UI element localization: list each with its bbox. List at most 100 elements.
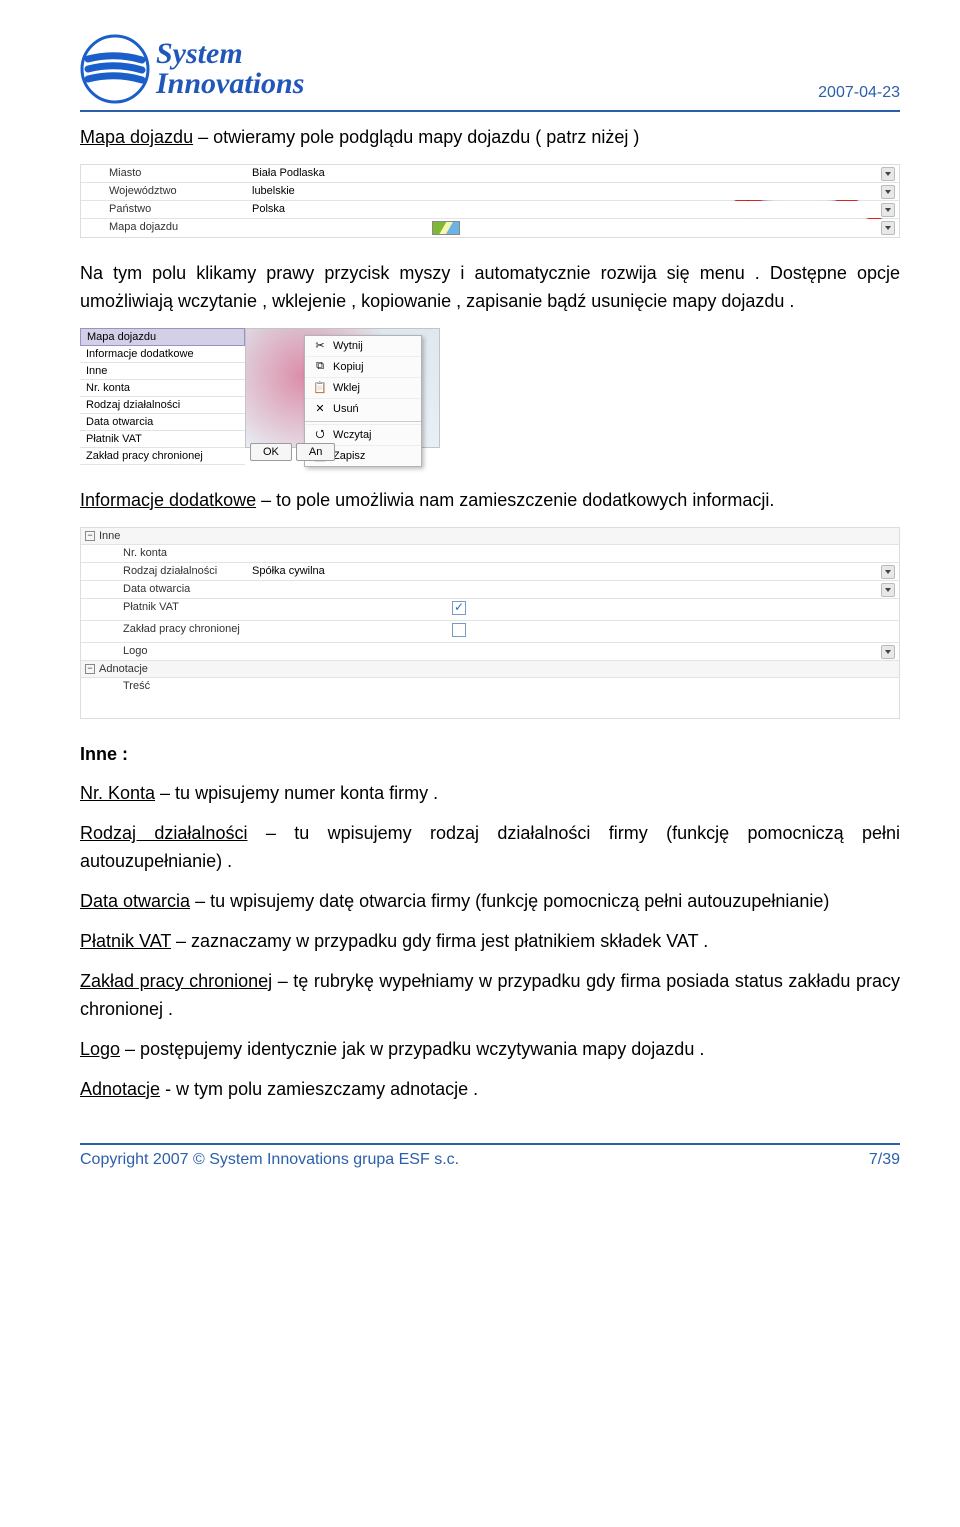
logo-text-2: Innovations [156, 69, 304, 99]
chevron-down-icon[interactable] [881, 565, 895, 579]
form-row: Logo [81, 643, 899, 661]
footer-page-number: 7/39 [869, 1151, 900, 1169]
menu-item-label: Kopiuj [333, 361, 364, 373]
menu-item-label: Usuń [333, 403, 359, 415]
form-value[interactable] [246, 581, 899, 598]
wytnij-icon: ✂ [313, 339, 327, 353]
form-row: Płatnik VAT [81, 599, 899, 621]
term-platnik-vat: Płatnik VAT [80, 931, 171, 951]
chevron-down-icon[interactable] [881, 221, 895, 235]
ok-button[interactable]: OK [250, 443, 292, 461]
chevron-down-icon[interactable] [881, 203, 895, 217]
para-3-rest: – to pole umożliwia nam zamieszczenie do… [256, 490, 774, 510]
logo-text-1: System [156, 39, 304, 69]
form-value[interactable]: lubelskie [246, 183, 899, 200]
term-logo: Logo [80, 1039, 120, 1059]
menu-item[interactable]: 📋 Wklej [305, 377, 421, 398]
para-click-rmb: Na tym polu klikamy prawy przycisk myszy… [80, 260, 900, 316]
header-date: 2007-04-23 [818, 84, 900, 102]
menu-item[interactable]: ⭯ Wczytaj [305, 424, 421, 445]
sidebar-item[interactable]: Informacje dodatkowe [80, 346, 245, 363]
form-row: MiastoBiała Podlaska [81, 165, 899, 183]
sidebar-item[interactable]: Płatnik VAT [80, 431, 245, 448]
form-value[interactable] [246, 219, 899, 237]
term-rodzaj: Rodzaj działalności [80, 823, 247, 843]
checkbox[interactable] [452, 601, 466, 615]
collapse-icon[interactable]: − [85, 664, 95, 674]
para-nr-konta: Nr. Konta – tu wpisujemy numer konta fir… [80, 780, 900, 808]
form-row: Zakład pracy chronionej [81, 621, 899, 643]
form-value[interactable] [246, 599, 899, 620]
sidebar-item[interactable]: Nr. konta [80, 380, 245, 397]
screenshot-map-contextmenu: Mapa dojazdu Informacje dodatkoweInneNr.… [80, 328, 500, 465]
form-label: Data otwarcia [81, 581, 246, 598]
form-value[interactable] [246, 621, 899, 642]
form-row: PaństwoPolska [81, 201, 899, 219]
kopiuj-icon: ⧉ [313, 360, 327, 374]
form-label: Płatnik VAT [81, 599, 246, 620]
screenshot-inne-panel: −InneNr. kontaRodzaj działalnościSpółka … [80, 527, 900, 719]
form-label: Rodzaj działalności [81, 563, 246, 580]
para-adnotacje: Adnotacje - w tym polu zamieszczamy adno… [80, 1076, 900, 1104]
term-informacje-dodatkowe: Informacje dodatkowe [80, 490, 256, 510]
para-informacje-dodatkowe: Informacje dodatkowe – to pole umożliwia… [80, 487, 900, 515]
sidebar-item[interactable]: Rodzaj działalności [80, 397, 245, 414]
map-thumbnail[interactable]: ✂Wytnij⧉Kopiuj📋Wklej✕Usuń⭯Wczytaj💾Zapisz [245, 328, 440, 448]
sidebar-item[interactable]: Inne [80, 363, 245, 380]
term-mapa-dojazdu: Mapa dojazdu [80, 127, 193, 147]
text-data-otwarcia: – tu wpisujemy datę otwarcia firmy (funk… [190, 891, 829, 911]
wklej-icon: 📋 [313, 381, 327, 395]
chevron-down-icon[interactable] [881, 583, 895, 597]
para-zaklad: Zakład pracy chronionej – tę rubrykę wyp… [80, 968, 900, 1024]
text-platnik-vat: – zaznaczamy w przypadku gdy firma jest … [171, 931, 708, 951]
checkbox[interactable] [452, 623, 466, 637]
menu-item[interactable]: ⧉ Kopiuj [305, 356, 421, 377]
group-header-adnotacje[interactable]: −Adnotacje [81, 661, 899, 678]
menu-separator [305, 421, 421, 422]
para-mapa-dojazdu: Mapa dojazdu – otwieramy pole podglądu m… [80, 124, 900, 152]
menu-item[interactable]: ✂ Wytnij [305, 336, 421, 356]
para-logo: Logo – postępujemy identycznie jak w prz… [80, 1036, 900, 1064]
chevron-down-icon[interactable] [881, 645, 895, 659]
menu-item-label: Wczytaj [333, 429, 372, 441]
cancel-button[interactable]: An [296, 443, 335, 461]
form-label: Mapa dojazdu [81, 219, 246, 237]
text-logo: – postępujemy identycznie jak w przypadk… [120, 1039, 704, 1059]
wczytaj-icon: ⭯ [313, 428, 327, 442]
menu-item[interactable]: ✕ Usuń [305, 398, 421, 419]
chevron-down-icon[interactable] [881, 185, 895, 199]
form-row: Nr. konta [81, 545, 899, 563]
form-row: Treść [81, 678, 899, 718]
form-value[interactable]: Biała Podlaska [246, 165, 899, 182]
form-value[interactable] [246, 643, 899, 660]
map-thumbnail-icon [432, 221, 460, 235]
text-adnotacje: - w tym polu zamieszczamy adnotacje . [160, 1079, 478, 1099]
term-adnotacje: Adnotacje [80, 1079, 160, 1099]
footer-copyright: Copyright 2007 © System Innovations grup… [80, 1151, 459, 1169]
form-label: Zakład pracy chronionej [81, 621, 246, 642]
form-label: Logo [81, 643, 246, 660]
term-nr-konta: Nr. Konta [80, 783, 155, 803]
form-row: Rodzaj działalnościSpółka cywilna [81, 563, 899, 581]
para-data-otwarcia: Data otwarcia – tu wpisujemy datę otwarc… [80, 888, 900, 916]
form-label: Treść [81, 678, 246, 718]
text-nr-konta: – tu wpisujemy numer konta firmy . [155, 783, 438, 803]
collapse-icon[interactable]: − [85, 531, 95, 541]
notes-textarea[interactable] [246, 678, 899, 718]
form-row: Mapa dojazdu [81, 219, 899, 237]
logo-mark-icon [80, 34, 150, 104]
usuń-icon: ✕ [313, 402, 327, 416]
form-value[interactable]: Spółka cywilna [246, 563, 899, 580]
sidebar-item[interactable]: Zakład pracy chronionej [80, 448, 245, 465]
para-1-rest: – otwieramy pole podglądu mapy dojazdu (… [193, 127, 639, 147]
sidebar-item-selected[interactable]: Mapa dojazdu [80, 328, 245, 346]
chevron-down-icon[interactable] [881, 167, 895, 181]
form-value[interactable]: Polska [246, 201, 899, 218]
form-value[interactable] [246, 545, 899, 562]
menu-item-label: Wklej [333, 382, 360, 394]
group-header-inne[interactable]: −Inne [81, 528, 899, 545]
sidebar-item[interactable]: Data otwarcia [80, 414, 245, 431]
screenshot-address-form: MiastoBiała PodlaskaWojewództwolubelskie… [80, 164, 900, 238]
menu-item-label: Wytnij [333, 340, 363, 352]
form-row: Województwolubelskie [81, 183, 899, 201]
